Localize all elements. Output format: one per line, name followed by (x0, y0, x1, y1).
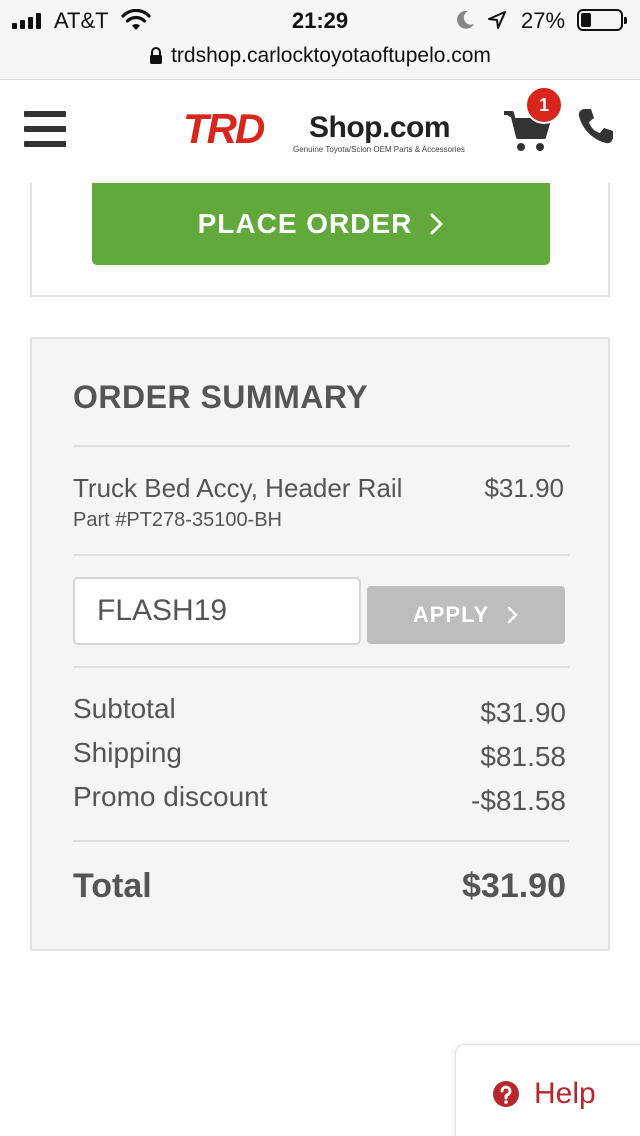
place-order-label: PLACE ORDER (197, 208, 413, 239)
moon-icon (457, 10, 474, 29)
subtotal-value: $31.90 (480, 697, 566, 728)
browser-chrome: AT&T 21:29 27% trdshop.carlocktoyotaoftu… (0, 0, 640, 80)
battery-icon (577, 9, 627, 31)
checkout-actions-card: PLACE ORDER (30, 183, 610, 297)
shipping-label: Shipping (73, 737, 182, 768)
address-bar[interactable]: trdshop.carlocktoyotaoftupelo.com (0, 40, 640, 72)
status-bar: AT&T 21:29 27% (0, 0, 640, 40)
help-label: Help (534, 1077, 596, 1110)
logo-tagline: Genuine Toyota/Scion OEM Parts & Accesso… (293, 145, 465, 154)
logo-shop-text: Shop.com (309, 111, 451, 144)
divider (73, 554, 569, 556)
order-summary-title: ORDER SUMMARY (73, 379, 369, 415)
shipping-value: $81.58 (480, 741, 566, 772)
phone-icon[interactable] (576, 106, 616, 146)
location-arrow-icon (488, 11, 506, 29)
chevron-right-icon (430, 213, 443, 235)
cart-count-badge[interactable]: 1 (525, 86, 563, 124)
item-part-number: Part #PT278-35100-BH (73, 509, 283, 531)
total-label: Total (73, 867, 152, 905)
item-name: Truck Bed Accy, Header Rail (73, 473, 403, 503)
question-circle-icon (493, 1081, 519, 1107)
divider (73, 666, 569, 668)
place-order-button[interactable]: PLACE ORDER (92, 183, 550, 265)
divider (73, 445, 569, 447)
subtotal-label: Subtotal (73, 693, 176, 724)
svg-text:TRD: TRD (183, 109, 265, 149)
divider (73, 840, 569, 842)
order-summary-panel: ORDER SUMMARY Truck Bed Accy, Header Rai… (30, 337, 610, 951)
site-logo[interactable]: TRD Shop.com Genuine Toyota/Scion OEM Pa… (183, 109, 465, 159)
battery-fill (581, 13, 591, 27)
chevron-right-icon (507, 606, 518, 624)
apply-label: APPLY (412, 602, 490, 627)
battery-percent: 27% (521, 8, 566, 33)
lock-icon (150, 47, 163, 64)
promo-discount-value: -$81.58 (471, 785, 566, 816)
promo-discount-label: Promo discount (73, 781, 268, 812)
trd-logo-mark: TRD (183, 109, 267, 149)
help-button[interactable]: Help (455, 1044, 640, 1136)
menu-icon[interactable] (24, 111, 66, 147)
item-price: $31.90 (484, 473, 564, 503)
promo-code-input[interactable]: FLASH19 (73, 577, 361, 645)
url-text: trdshop.carlocktoyotaoftupelo.com (171, 44, 491, 67)
apply-promo-button[interactable]: APPLY (367, 586, 565, 644)
total-value: $31.90 (462, 867, 566, 905)
